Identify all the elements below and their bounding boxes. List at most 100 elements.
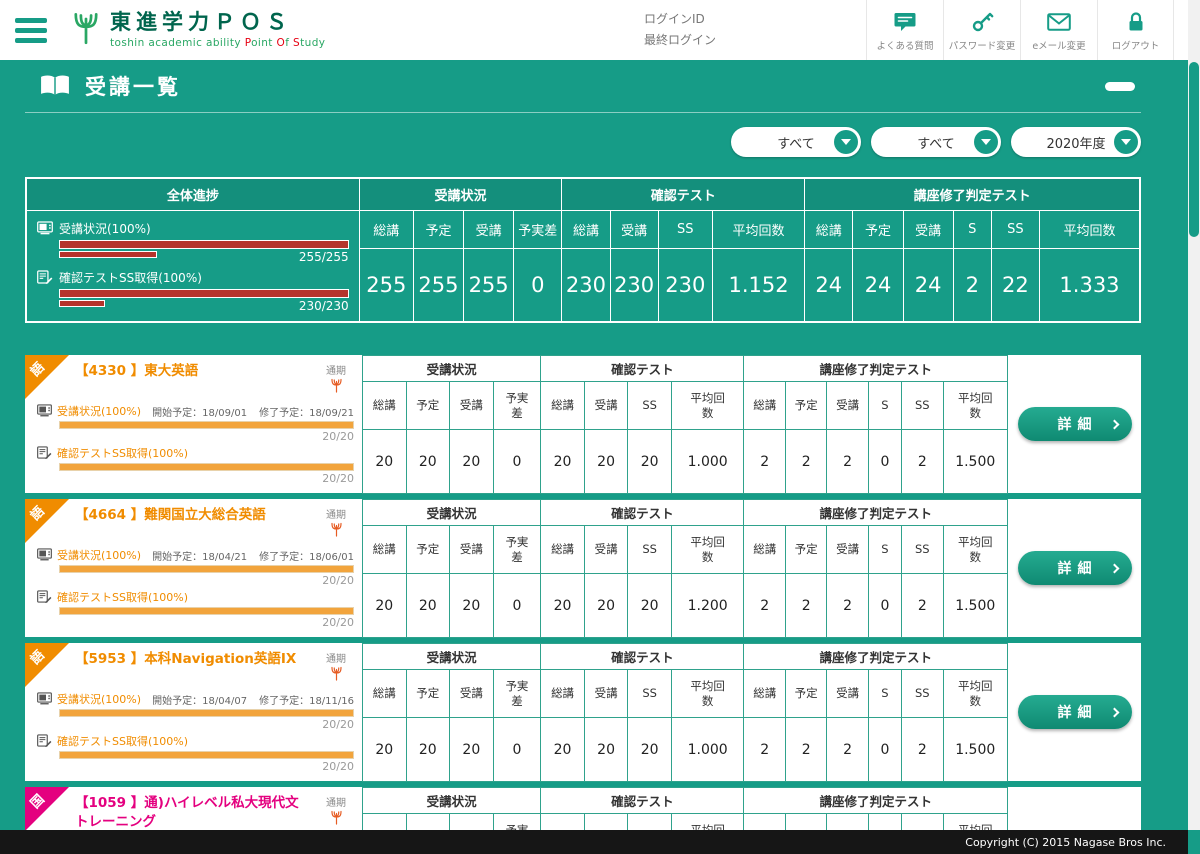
- course-col-header: SS: [902, 526, 943, 574]
- course-stats-table: 受講状況確認テスト講座修了判定テスト総講予定受講予実差総講受講SS平均回数総講予…: [362, 499, 1008, 638]
- summary-value: 230: [658, 248, 712, 322]
- course-col-header: SS: [628, 670, 672, 718]
- test-icon: [37, 270, 53, 284]
- course-col-header: 受講: [827, 814, 868, 831]
- course-stats-table: 受講状況確認テスト講座修了判定テスト総講予定受講予実差総講受講SS平均回数総講予…: [362, 355, 1008, 494]
- overall-progress-value: 230/230: [299, 300, 349, 312]
- progress-bar: [59, 565, 354, 573]
- overall-progress-subbar: [59, 251, 157, 258]
- category-label: 語: [25, 645, 48, 668]
- brand-subtitle: toshin academic ability Point Of Study: [110, 37, 325, 49]
- term-label: 通期: [318, 506, 354, 521]
- crown-icon: [330, 378, 343, 397]
- course-col-header: 受講: [827, 382, 868, 430]
- overall-progress-bar: [59, 240, 349, 249]
- summary-col-header: 総講: [805, 210, 853, 248]
- course-value: 1.500: [943, 718, 1007, 782]
- crown-icon: [330, 522, 343, 541]
- summary-col-header: 予実差: [514, 210, 562, 248]
- course-col-header: 総講: [541, 526, 585, 574]
- chevron-right-icon: [1109, 563, 1119, 573]
- summary-value: 230: [562, 248, 610, 322]
- course-dates: 開始予定：18/04/21修了予定：18/06/01: [152, 548, 354, 563]
- monitor-icon: [37, 221, 53, 235]
- crown-icon: [330, 666, 343, 685]
- course-col-header: S: [868, 670, 901, 718]
- nav-item-label: eメール変更: [1032, 38, 1085, 52]
- course-value: 0: [868, 574, 901, 638]
- course-value: 2: [902, 718, 943, 782]
- summary-value: 255: [359, 248, 413, 322]
- summary-value: 1.152: [712, 248, 804, 322]
- course-col-header: 総講: [744, 814, 785, 831]
- course-stats-table: 受講状況確認テスト講座修了判定テスト総講予定受講予実差総講受講SS平均回数総講予…: [362, 643, 1008, 782]
- nav-item-password[interactable]: パスワード変更: [943, 0, 1020, 60]
- key-icon: [970, 9, 994, 33]
- course-col-header: 平均回数: [671, 814, 744, 831]
- filter-dropdown-2[interactable]: すべて: [871, 127, 1001, 157]
- course-actions: 詳細: [1008, 643, 1141, 781]
- brand-title: 東進学力ＰＯＳ: [110, 11, 325, 34]
- detail-button[interactable]: 詳細: [1018, 407, 1132, 441]
- progress-bar: [59, 709, 354, 717]
- course-col-header: 総講: [541, 670, 585, 718]
- course-value: 2: [744, 430, 785, 494]
- chevron-down-icon: [1114, 130, 1138, 154]
- overall-progress-label: 受講状況(100%): [37, 220, 349, 237]
- menu-button[interactable]: [15, 18, 47, 43]
- course-col-header: 予定: [406, 814, 450, 831]
- nav-item-logout[interactable]: ログアウト: [1097, 0, 1174, 60]
- summary-value: 24: [853, 248, 903, 322]
- course-value: 2: [902, 574, 943, 638]
- course-col-header: S: [868, 526, 901, 574]
- course-value: 20: [450, 430, 494, 494]
- scrollbar-thumb[interactable]: [1189, 62, 1199, 237]
- category-badge: 語: [25, 643, 69, 687]
- crown-icon: [330, 810, 343, 829]
- course-title: 【4330 】東大英語: [75, 362, 198, 397]
- term-label: 通期: [318, 650, 354, 665]
- course-col-header: 総講: [363, 526, 407, 574]
- progress-label: 確認テストSS取得(100%): [37, 589, 188, 605]
- nav-item-email[interactable]: eメール変更: [1020, 0, 1097, 60]
- progress-value: 20/20: [37, 574, 354, 587]
- filter-dropdown-1[interactable]: すべて: [731, 127, 861, 157]
- progress-bar: [59, 607, 354, 615]
- course-value: 2: [785, 574, 826, 638]
- summary-value: 0: [514, 248, 562, 322]
- filter-dropdown-3[interactable]: 2020年度: [1011, 127, 1141, 157]
- course-col-header: 平均回数: [943, 382, 1007, 430]
- detail-button[interactable]: 詳細: [1018, 551, 1132, 585]
- course-card: 語【4664 】難関国立大総合英語通期受講状況(100%)開始予定：18/04/…: [25, 499, 1141, 637]
- nav-item-faq[interactable]: よくある質問: [866, 0, 943, 60]
- collapse-button[interactable]: [1105, 82, 1135, 91]
- copyright-text: Copyright (C) 2015 Nagase Bros Inc.: [965, 836, 1166, 849]
- course-col-header: 予実差: [493, 382, 541, 430]
- course-value: 2: [744, 574, 785, 638]
- course-col-header: 受講: [450, 526, 494, 574]
- progress-value: 20/20: [37, 718, 354, 731]
- detail-button[interactable]: 詳細: [1018, 695, 1132, 729]
- brand-logo: 東進学力ＰＯＳ toshin academic ability Point Of…: [71, 11, 325, 49]
- summary-col-header: 平均回数: [1039, 210, 1140, 248]
- course-card: 語【4330 】東大英語通期受講状況(100%)開始予定：18/09/01修了予…: [25, 355, 1141, 493]
- course-value: 0: [493, 430, 541, 494]
- course-value: 20: [363, 430, 407, 494]
- term-label: 通期: [318, 794, 354, 809]
- progress-bar: [59, 463, 354, 471]
- course-value: 20: [541, 430, 585, 494]
- chevron-right-icon: [1109, 707, 1119, 717]
- summary-value: 230: [610, 248, 658, 322]
- course-value: 2: [744, 718, 785, 782]
- course-col-header: 総講: [744, 670, 785, 718]
- summary-value: 255: [413, 248, 463, 322]
- course-col-header: 予定: [785, 526, 826, 574]
- course-value: 0: [868, 718, 901, 782]
- course-col-header: 予定: [406, 670, 450, 718]
- course-col-header: S: [868, 814, 901, 831]
- course-col-header: SS: [628, 526, 672, 574]
- detail-button-label: 詳細: [1052, 414, 1098, 434]
- monitor-icon: [37, 404, 52, 417]
- course-title: 【1059 】通)ハイレベル私大現代文トレーニング: [75, 794, 307, 830]
- course-col-header: 総講: [363, 670, 407, 718]
